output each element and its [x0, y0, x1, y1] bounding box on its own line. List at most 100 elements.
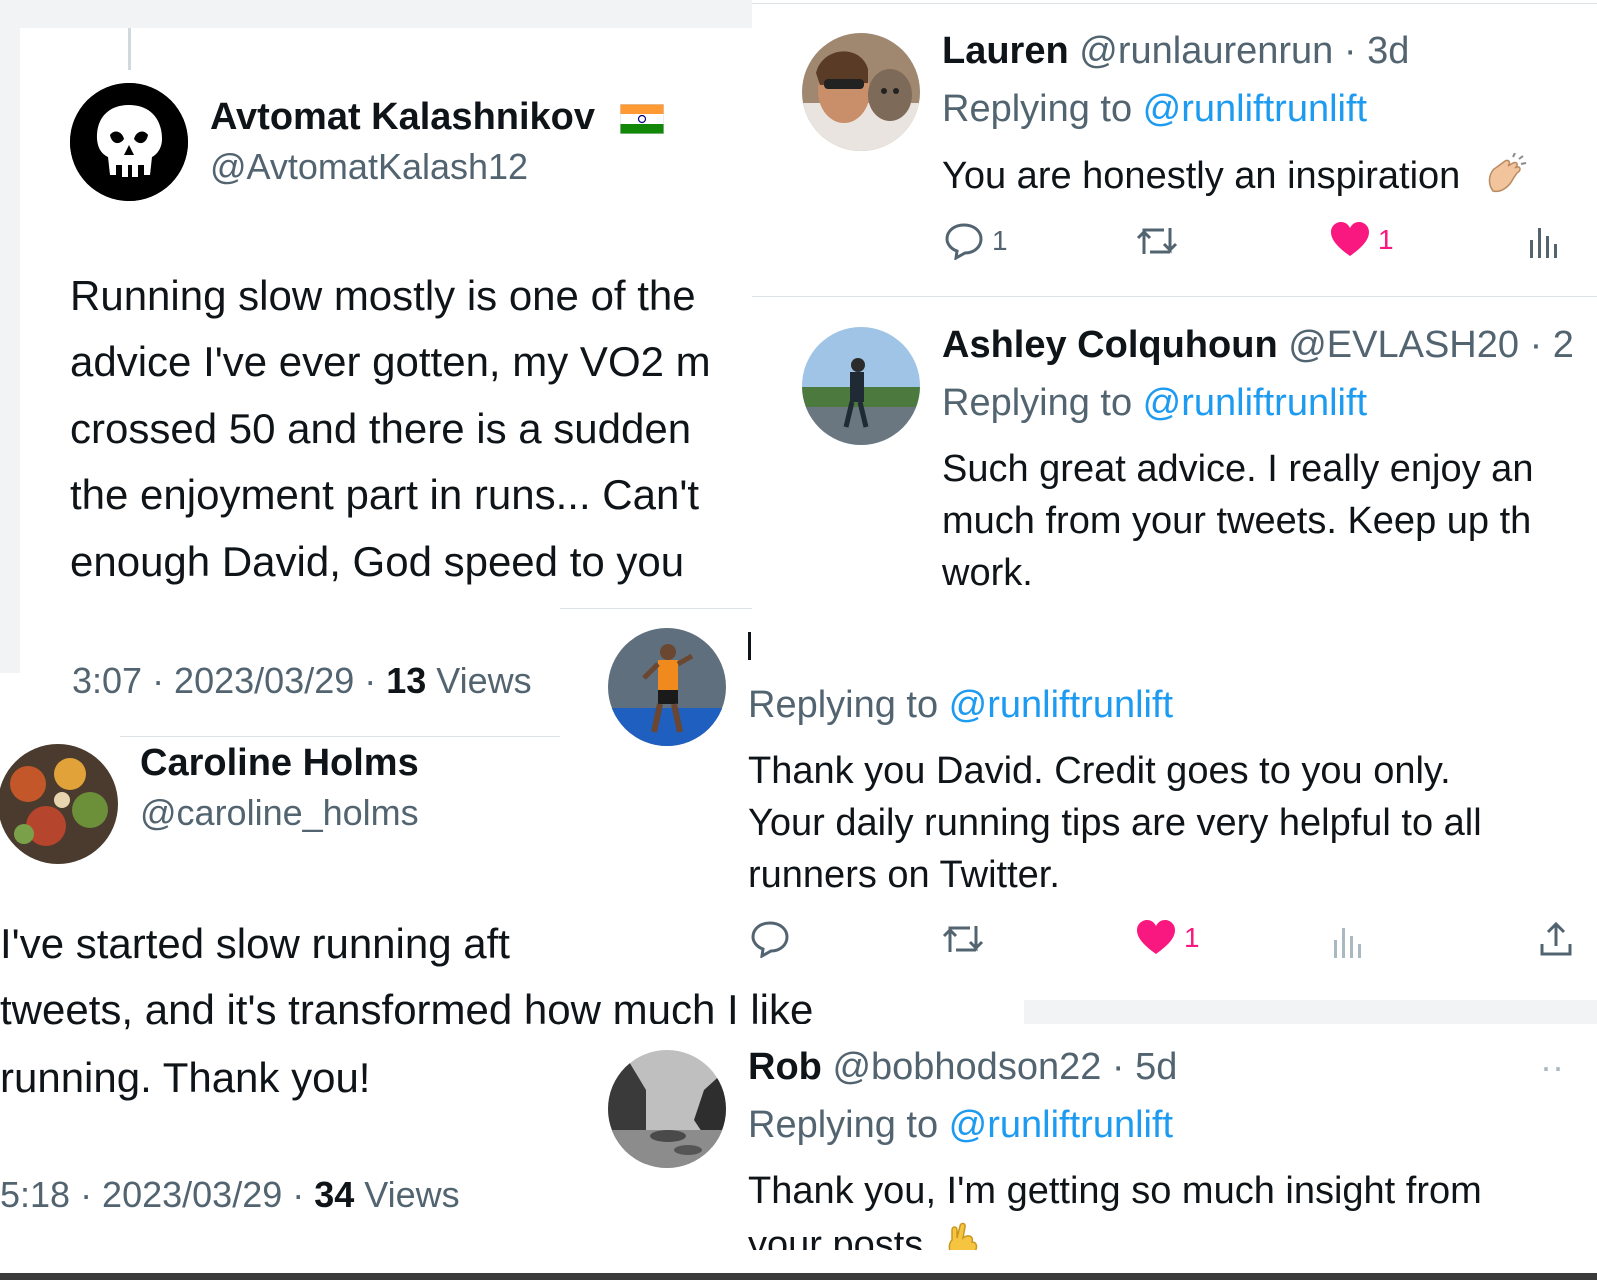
author-handle[interactable]: @AvtomatKalash12: [210, 146, 528, 188]
reply-text-content: your posts: [748, 1224, 924, 1250]
divider: [560, 608, 752, 609]
replying-to-handle[interactable]: @runliftrunlift: [949, 1104, 1173, 1146]
author-name[interactable]: Ashley Colquhoun: [942, 324, 1278, 366]
author-handle[interactable]: @caroline_holms: [140, 792, 419, 834]
retweet-icon: [942, 926, 984, 952]
views-count: 34: [314, 1174, 355, 1215]
more-options-button[interactable]: ··: [1540, 1046, 1564, 1088]
tweet-text-line: Running slow mostly is one of the: [70, 272, 696, 319]
comment-icon: [751, 921, 789, 958]
avatar-rob[interactable]: [608, 1050, 726, 1168]
thread-line: [128, 28, 131, 70]
like-button[interactable]: 1: [1330, 222, 1394, 258]
tweet-text-line: the enjoyment part in runs... Can't: [70, 471, 700, 518]
tweet-text-line: enough David, God speed to you: [70, 538, 685, 585]
thread-line: [748, 632, 751, 660]
tweet-text-line: I've started slow running aft: [0, 920, 510, 967]
author-name[interactable]: Avtomat Kalashnikov: [210, 96, 595, 139]
reply-text-line: Your daily running tips are very helpful…: [748, 802, 1482, 844]
heart-filled-icon: [1331, 222, 1369, 256]
tweet-text-line: advice I've ever gotten, my VO2 m: [70, 338, 711, 385]
heart-filled-icon: [1137, 920, 1175, 954]
replying-to: Replying to @runliftrunlift: [748, 684, 1173, 727]
replying-to-handle[interactable]: @runliftrunlift: [949, 684, 1173, 726]
reply-button[interactable]: 1: [944, 222, 1008, 260]
reply-text-line: Such great advice. I really enjoy an: [942, 448, 1534, 490]
like-count: 1: [1184, 922, 1200, 953]
profile-photo-icon: [608, 628, 726, 746]
reply-text-line-2: your posts: [748, 1222, 984, 1250]
profile-photo-icon: [802, 327, 920, 445]
timestamp-text: 3:07 · 2023/03/29 ·: [72, 660, 387, 701]
reply-rob[interactable]: Rob @bobhodson22 · 5d ·· Replying to @ru…: [560, 1024, 1597, 1250]
replying-to-handle[interactable]: @runliftrunlift: [1143, 88, 1367, 130]
retweet-icon: [1136, 228, 1178, 254]
post-age[interactable]: · 3d: [1333, 30, 1410, 72]
post-age[interactable]: · 5d: [1101, 1046, 1178, 1088]
landscape-photo-icon: [608, 1050, 726, 1168]
divider: [752, 3, 1597, 4]
retweet-button[interactable]: [1134, 224, 1180, 258]
author-name[interactable]: Lauren: [942, 30, 1069, 72]
author-handle[interactable]: @bobhodson22: [832, 1046, 1101, 1088]
divider: [752, 296, 1597, 297]
replying-to: Replying to @runliftrunlift: [942, 88, 1367, 131]
reply-text-line: much from your tweets. Keep up th: [942, 500, 1532, 542]
views-label: Views: [426, 660, 532, 701]
background-strip-left: [0, 28, 20, 673]
like-count: 1: [1378, 224, 1394, 255]
analytics-icon: [1530, 228, 1557, 258]
replying-to-prefix: Replying to: [942, 88, 1143, 130]
avatar-lauren[interactable]: [802, 33, 920, 151]
views-count: 13: [386, 660, 427, 701]
replying-to-prefix: Replying to: [748, 1104, 949, 1146]
divider: [120, 736, 560, 737]
views-button[interactable]: [1528, 222, 1562, 258]
views-button[interactable]: [1332, 922, 1366, 958]
reply-text-line: Thank you, I'm getting so much insight f…: [748, 1170, 1482, 1212]
share-button[interactable]: [1538, 920, 1574, 958]
reply-text-line: Thank you David. Credit goes to you only…: [748, 750, 1451, 792]
author-name[interactable]: Rob: [748, 1046, 822, 1088]
replying-to-prefix: Replying to: [942, 382, 1143, 424]
avatar-ashley[interactable]: [802, 327, 920, 445]
reply-runner[interactable]: Replying to @runliftrunlift Thank you Da…: [560, 608, 1597, 1020]
replying-to: Replying to @runliftrunlift: [748, 1104, 1173, 1147]
clapping-hands-icon: [1483, 152, 1527, 203]
tweet-timestamp[interactable]: 5:18 · 2023/03/29 · 34 Views: [0, 1174, 460, 1216]
skull-icon: [70, 83, 188, 201]
reply-count: 1: [992, 225, 1008, 256]
avatar-avtomat[interactable]: [70, 83, 188, 201]
retweet-button[interactable]: [940, 922, 986, 956]
views-label: Views: [354, 1174, 460, 1215]
tweet-avtomat[interactable]: Avtomat Kalashnikov @AvtomatKalash12 Run…: [20, 28, 752, 673]
author-name[interactable]: Caroline Holms: [140, 742, 419, 785]
reply-text-line: work.: [942, 552, 1033, 594]
background-strip-mid: [1024, 1000, 1597, 1024]
reply-header: Rob @bobhodson22 · 5d: [748, 1046, 1177, 1089]
background-strip-top: [0, 0, 752, 28]
reply-header: Ashley Colquhoun @EVLASH20 · 2: [942, 324, 1574, 367]
reply-text: You are honestly an inspiration: [942, 152, 1527, 203]
reply-lauren[interactable]: Lauren @runlaurenrun · 3d Replying to @r…: [752, 0, 1597, 296]
reply-header: Lauren @runlaurenrun · 3d: [942, 30, 1409, 73]
replying-to-prefix: Replying to: [748, 684, 949, 726]
food-photo-icon: [0, 744, 118, 864]
comment-icon: [945, 223, 983, 260]
replying-to-handle[interactable]: @runliftrunlift: [1143, 382, 1367, 424]
tweet-text-line: running. Thank you!: [0, 1054, 371, 1101]
avatar-runner[interactable]: [608, 628, 726, 746]
tweet-timestamp[interactable]: 3:07 · 2023/03/29 · 13 Views: [72, 660, 532, 702]
reply-text-content: You are honestly an inspiration: [942, 155, 1461, 198]
author-handle[interactable]: @EVLASH20 · 2: [1288, 324, 1574, 366]
profile-photo-icon: [802, 33, 920, 151]
timestamp-text: 5:18 · 2023/03/29 ·: [0, 1174, 315, 1215]
author-handle[interactable]: @runlaurenrun: [1079, 30, 1333, 72]
analytics-icon: [1334, 928, 1361, 958]
avatar-caroline[interactable]: [0, 744, 118, 864]
india-flag-icon: [619, 103, 665, 135]
reply-button[interactable]: [750, 920, 790, 958]
replying-to: Replying to @runliftrunlift: [942, 382, 1367, 425]
share-icon: [1540, 921, 1572, 956]
like-button[interactable]: 1: [1136, 920, 1200, 956]
